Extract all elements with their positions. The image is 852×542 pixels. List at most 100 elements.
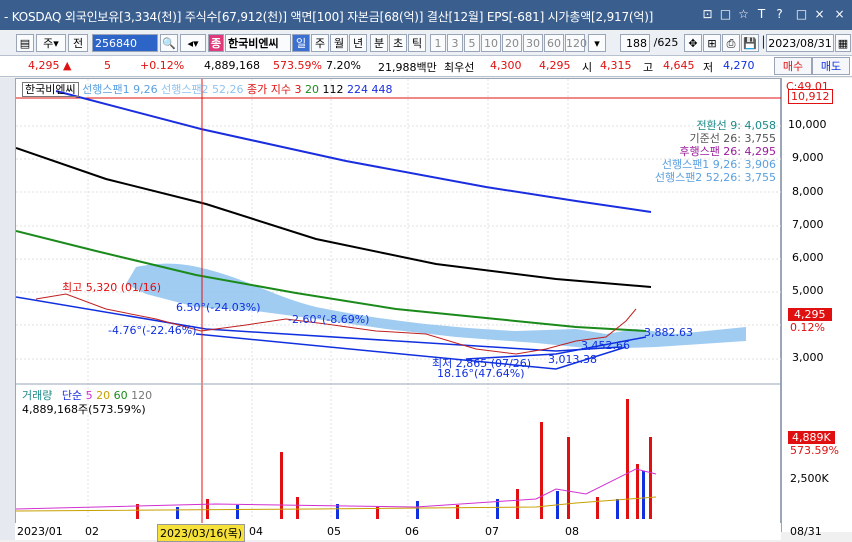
volume-ma5-line [15,468,657,510]
lead-span1-label: 선행스팬1 9,26: 3,906 [661,158,776,171]
interval-120[interactable]: 120 [565,34,587,52]
open-label: 시 [582,61,593,74]
volume-value: 4,889,168 [204,59,260,72]
price-pct-tag: 0.12% [790,321,825,334]
restore-icon[interactable]: □ [794,7,809,22]
window-close-icon[interactable]: × [832,7,847,22]
x-label-jun: 06 [405,525,419,538]
angle-annotation-2: -4.76°(-22.46%) [108,324,197,337]
tab-day[interactable]: 일 [292,34,310,52]
ma20-legend: 20 [305,83,320,96]
tab-year[interactable]: 년 [349,34,367,52]
interval-3[interactable]: 3 [447,34,463,52]
interval-20[interactable]: 20 [502,34,522,52]
axis-label-10000: 10,000 [788,118,827,131]
ichimoku-legend: 전환선 9: 4,058 기준선 26: 3,755 후행스팬 26: 4,29… [655,119,776,184]
print-icon[interactable]: ⎙ [722,34,740,52]
tab-tick[interactable]: 틱 [408,34,426,52]
sell-button[interactable]: 매도 [812,57,850,75]
search-icon[interactable]: 🔍 [160,34,178,52]
buy-button[interactable]: 매수 [774,57,812,75]
conversion-line-label: 전환선 9: 4,058 [696,119,776,132]
zoom-in-icon[interactable]: ✥ [684,34,702,52]
chart-area[interactable]: 한국비엔씨 선행스팬1 9,26 선행스팬2 52,26 종가 지수 3 20 … [15,78,782,532]
ask-price: 4,300 [490,59,522,72]
stock-legend: 한국비엔씨 [22,82,79,97]
count-total: /625 [653,36,679,49]
speaker-icon[interactable]: ◂▾ [180,34,206,52]
tab-month[interactable]: 월 [330,34,348,52]
help-icon[interactable]: ? [772,7,787,22]
volume-tag: 4,889K [788,431,835,444]
interval-30[interactable]: 30 [523,34,543,52]
stock-code-input[interactable]: 256840 [92,34,158,52]
volume-pct-tag: 573.59% [790,444,839,457]
high-label: 고 [643,61,654,74]
dropdown-icon[interactable]: ▾ [588,34,606,52]
trade-amount: 21,988백만 [378,61,437,74]
volume-value-text: 4,889,168주(573.59%) [22,403,146,416]
ma224-legend: 224 [347,83,369,96]
open-price: 4,315 [600,59,632,72]
ma112-line [15,147,652,288]
x-label-may: 05 [327,525,341,538]
save-icon[interactable]: 💾 [741,34,759,52]
base-line-label: 기준선 26: 3,755 [689,132,776,145]
axis-label-9000: 9,000 [792,151,824,164]
axis-label-6000: 6,000 [792,251,824,264]
value-annotation-2: 3,452.66 [581,339,630,352]
x-label-aug: 08 [565,525,579,538]
tab-second[interactable]: 초 [389,34,407,52]
interval-5[interactable]: 5 [464,34,480,52]
low-price: 4,270 [723,59,755,72]
bid-price: 4,295 [539,59,571,72]
x-label-apr: 04 [249,525,263,538]
x-label-jan: 2023/01 [17,525,63,538]
close-icon[interactable]: × [812,7,827,22]
text-icon[interactable]: T [754,7,769,22]
value-annotation-1: 3,013.38 [548,353,597,366]
tab-week[interactable]: 주 [311,34,329,52]
prev-button[interactable]: 전 [68,34,88,52]
ma448-legend: 448 [371,83,393,96]
axis-label-7000: 7,000 [792,218,824,231]
zoom-out-icon[interactable]: ⊞ [703,34,721,52]
count-input[interactable]: 188 [620,34,650,52]
period-select[interactable]: 주▾ [36,34,66,52]
tab-minute[interactable]: 분 [370,34,388,52]
date-axis[interactable]: 2023/01 02 2023/03/16(목) 04 05 06 07 08 [15,523,781,542]
span1-legend: 선행스팬1 9,26 [82,83,158,96]
volume-percent: 573.59% [273,59,322,72]
span2-legend: 선행스팬2 52,26 [161,83,244,96]
quote-bar: 4,295 ▲ 5 +0.12% 4,889,168 573.59% 7.20%… [0,56,852,77]
interval-1[interactable]: 1 [430,34,446,52]
price-axis[interactable]: C:49.01 10,912 10,000 9,000 8,000 7,000 … [781,78,852,532]
high-annotation: 최고 5,320 (01/16) [62,281,162,294]
ma-legend: 종가 지수 3 [247,83,302,96]
axis-label-3000: 3,000 [792,351,824,364]
volume-bars [136,399,652,519]
price-legend: 한국비엔씨 선행스팬1 9,26 선행스팬2 52,26 종가 지수 3 20 … [22,81,393,97]
x-label-jul: 07 [485,525,499,538]
window-title: - KOSDAQ 외국인보유[3,334(천)] 주식수[67,912(천)] … [4,10,654,24]
stock-name: 한국비엔씨 [225,34,291,52]
maximize-icon[interactable]: □ [718,7,733,22]
volume-mid-label: 2,500K [790,472,829,485]
title-bar: - KOSDAQ 외국인보유[3,334(천)] 주식수[67,912(천)] … [0,0,852,30]
x-label-feb: 02 [85,525,99,538]
minimize-icon[interactable]: ⊡ [700,7,715,22]
interval-10[interactable]: 10 [481,34,501,52]
lead-span2-label: 선행스팬2 52,26: 3,755 [654,171,776,184]
turnover-rate: 7.20% [326,59,361,72]
change-value: 5 [104,59,111,72]
high-price: 4,645 [663,59,695,72]
date-input[interactable]: 2023/08/31 [766,34,834,52]
interval-60[interactable]: 60 [544,34,564,52]
calendar-icon[interactable]: ▦ [835,34,851,52]
axis-label-5000: 5,000 [792,284,824,297]
change-percent: +0.12% [140,59,185,72]
chart-icon[interactable]: ▤ [16,34,34,52]
current-price: 4,295 ▲ [28,59,72,72]
favorite-icon[interactable]: ☆ [736,7,751,22]
lagging-span-label: 후행스팬 26: 4,295 [679,145,776,158]
